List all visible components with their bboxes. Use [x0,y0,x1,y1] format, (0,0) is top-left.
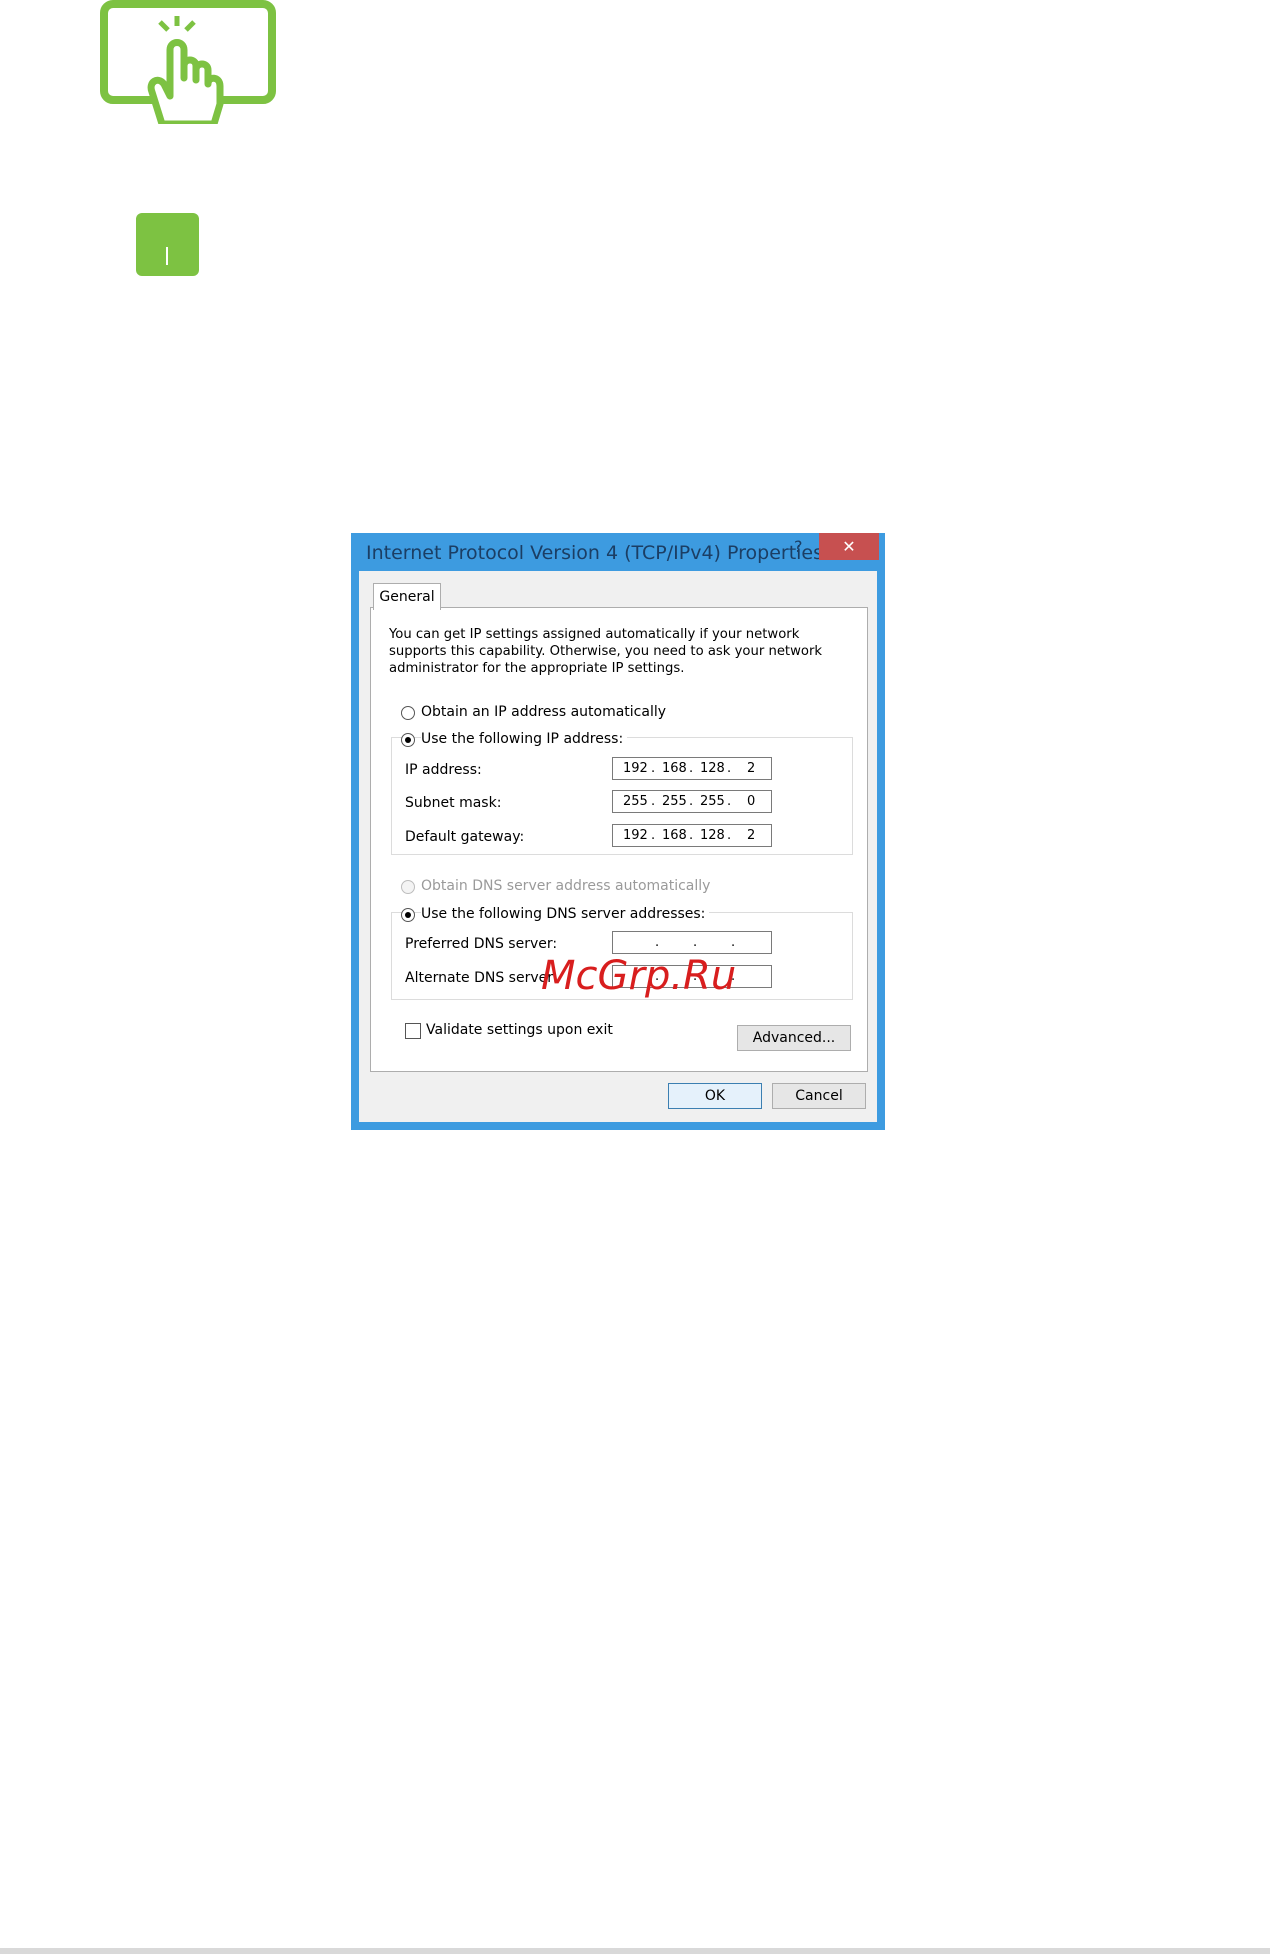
dialog-client: General You can get IP settings assigned… [359,571,877,1122]
validate-label[interactable]: Validate settings upon exit [426,1022,613,1038]
cancel-button[interactable]: Cancel [772,1083,866,1109]
dns-auto-radio[interactable] [401,880,415,894]
ipv4-properties-dialog: Internet Protocol Version 4 (TCP/IPv4) P… [351,533,885,1130]
title-bar[interactable]: Internet Protocol Version 4 (TCP/IPv4) P… [351,533,885,571]
ok-button[interactable]: OK [668,1083,762,1109]
general-panel: You can get IP settings assigned automat… [370,607,868,1072]
default-gateway-label: Default gateway: [405,829,525,845]
description-text: You can get IP settings assigned automat… [389,627,823,676]
validate-checkbox[interactable] [405,1023,421,1039]
green-square-icon [136,213,199,276]
dns-manual-label[interactable]: Use the following DNS server addresses: [421,906,710,922]
default-gateway-input[interactable]: 192. 168. 128. 2 [612,824,772,847]
advanced-button[interactable]: Advanced... [737,1025,851,1051]
ip-manual-label[interactable]: Use the following IP address: [421,731,628,747]
touch-screen-icon [100,0,276,124]
dns-auto-label[interactable]: Obtain DNS server address automatically [421,878,710,894]
help-button[interactable]: ? [794,537,803,556]
close-button[interactable]: ✕ [819,533,879,560]
subnet-mask-label: Subnet mask: [405,795,502,811]
ip-auto-label[interactable]: Obtain an IP address automatically [421,704,666,720]
preferred-dns-label: Preferred DNS server: [405,936,558,952]
ip-manual-radio[interactable] [401,733,415,747]
ip-address-label: IP address: [405,762,482,778]
ip-auto-radio[interactable] [401,706,415,720]
alternate-dns-label: Alternate DNS server: [405,970,558,986]
dns-manual-radio[interactable] [401,908,415,922]
watermark-text: McGrp.Ru [541,953,737,999]
tab-general[interactable]: General [373,583,441,610]
dialog-title: Internet Protocol Version 4 (TCP/IPv4) P… [366,542,824,564]
ip-address-input[interactable]: 192. 168. 128. 2 [612,757,772,780]
subnet-mask-input[interactable]: 255. 255. 255. 0 [612,790,772,813]
footer-divider [0,1948,1270,1954]
preferred-dns-input[interactable]: ... [612,931,772,954]
